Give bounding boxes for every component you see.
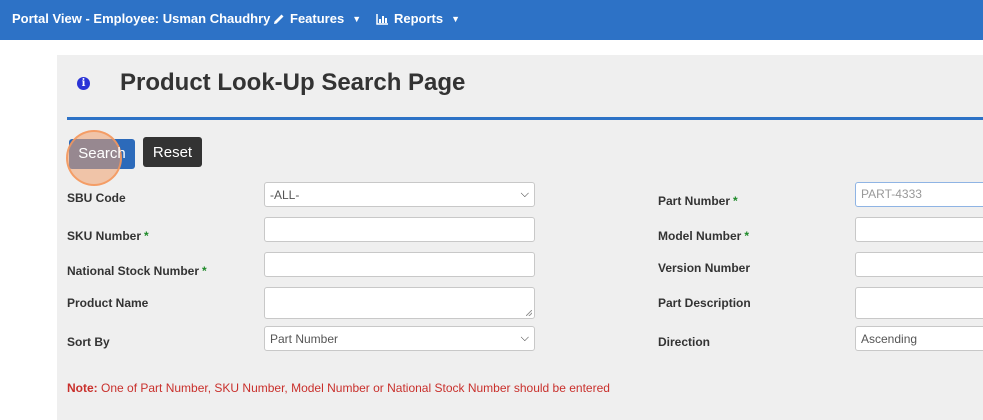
title-divider <box>67 117 983 120</box>
caret-down-icon: ▼ <box>451 13 461 24</box>
part-number-input[interactable]: PART-4333 <box>855 182 983 207</box>
chevron-down-icon: ⌵ <box>520 188 529 200</box>
national-stock-number-input[interactable] <box>264 252 535 277</box>
caret-down-icon: ▼ <box>352 13 362 24</box>
top-navbar: Portal View - Employee: Usman Chaudhry F… <box>0 0 983 40</box>
sku-number-label: SKU Number * <box>67 229 149 243</box>
resize-handle-icon[interactable] <box>526 310 532 316</box>
page-title: Product Look-Up Search Page <box>120 69 466 96</box>
required-marker: * <box>202 264 207 278</box>
bar-chart-icon <box>376 13 388 25</box>
validation-note: Note: One of Part Number, SKU Number, Mo… <box>67 381 610 395</box>
direction-label: Direction <box>658 335 711 349</box>
required-marker: * <box>144 229 149 243</box>
features-menu-label: Features <box>290 11 345 26</box>
sort-by-value: Part Number <box>270 331 339 346</box>
note-prefix: Note: <box>67 381 98 395</box>
portal-brand[interactable]: Portal View - Employee: Usman Chaudhry <box>12 11 270 26</box>
sbu-code-value: -ALL- <box>270 187 300 202</box>
national-stock-number-label: National Stock Number * <box>67 264 207 278</box>
search-button[interactable] <box>69 139 135 169</box>
features-menu[interactable]: Features ▼ <box>273 11 361 26</box>
model-number-label: Model Number * <box>658 229 750 243</box>
part-number-value: PART-4333 <box>861 187 922 201</box>
reports-menu[interactable]: Reports ▼ <box>376 11 460 26</box>
note-text: One of Part Number, SKU Number, Model Nu… <box>97 381 610 395</box>
direction-value: Ascending <box>861 331 918 346</box>
reports-menu-label: Reports <box>394 11 444 26</box>
direction-select[interactable]: Ascending <box>855 326 983 351</box>
version-number-input[interactable] <box>855 252 983 277</box>
sbu-code-select[interactable]: -ALL- ⌵ <box>264 182 535 207</box>
sort-by-label: Sort By <box>67 335 110 349</box>
product-name-label: Product Name <box>67 296 149 310</box>
sort-by-select[interactable]: Part Number ⌵ <box>264 326 535 351</box>
part-number-label: Part Number * <box>658 194 738 208</box>
model-number-input[interactable] <box>855 217 983 242</box>
reset-button[interactable]: Reset <box>143 137 202 167</box>
product-name-textarea[interactable] <box>264 287 535 319</box>
part-description-textarea[interactable] <box>855 287 983 319</box>
version-number-label: Version Number <box>658 261 751 275</box>
info-icon[interactable]: i <box>77 77 90 90</box>
sbu-code-label: SBU Code <box>67 191 126 205</box>
sku-number-input[interactable] <box>264 217 535 242</box>
pencil-icon <box>274 14 284 24</box>
part-description-label: Part Description <box>658 296 751 310</box>
required-marker: * <box>744 229 750 243</box>
required-marker: * <box>733 194 738 208</box>
chevron-down-icon: ⌵ <box>520 332 529 344</box>
